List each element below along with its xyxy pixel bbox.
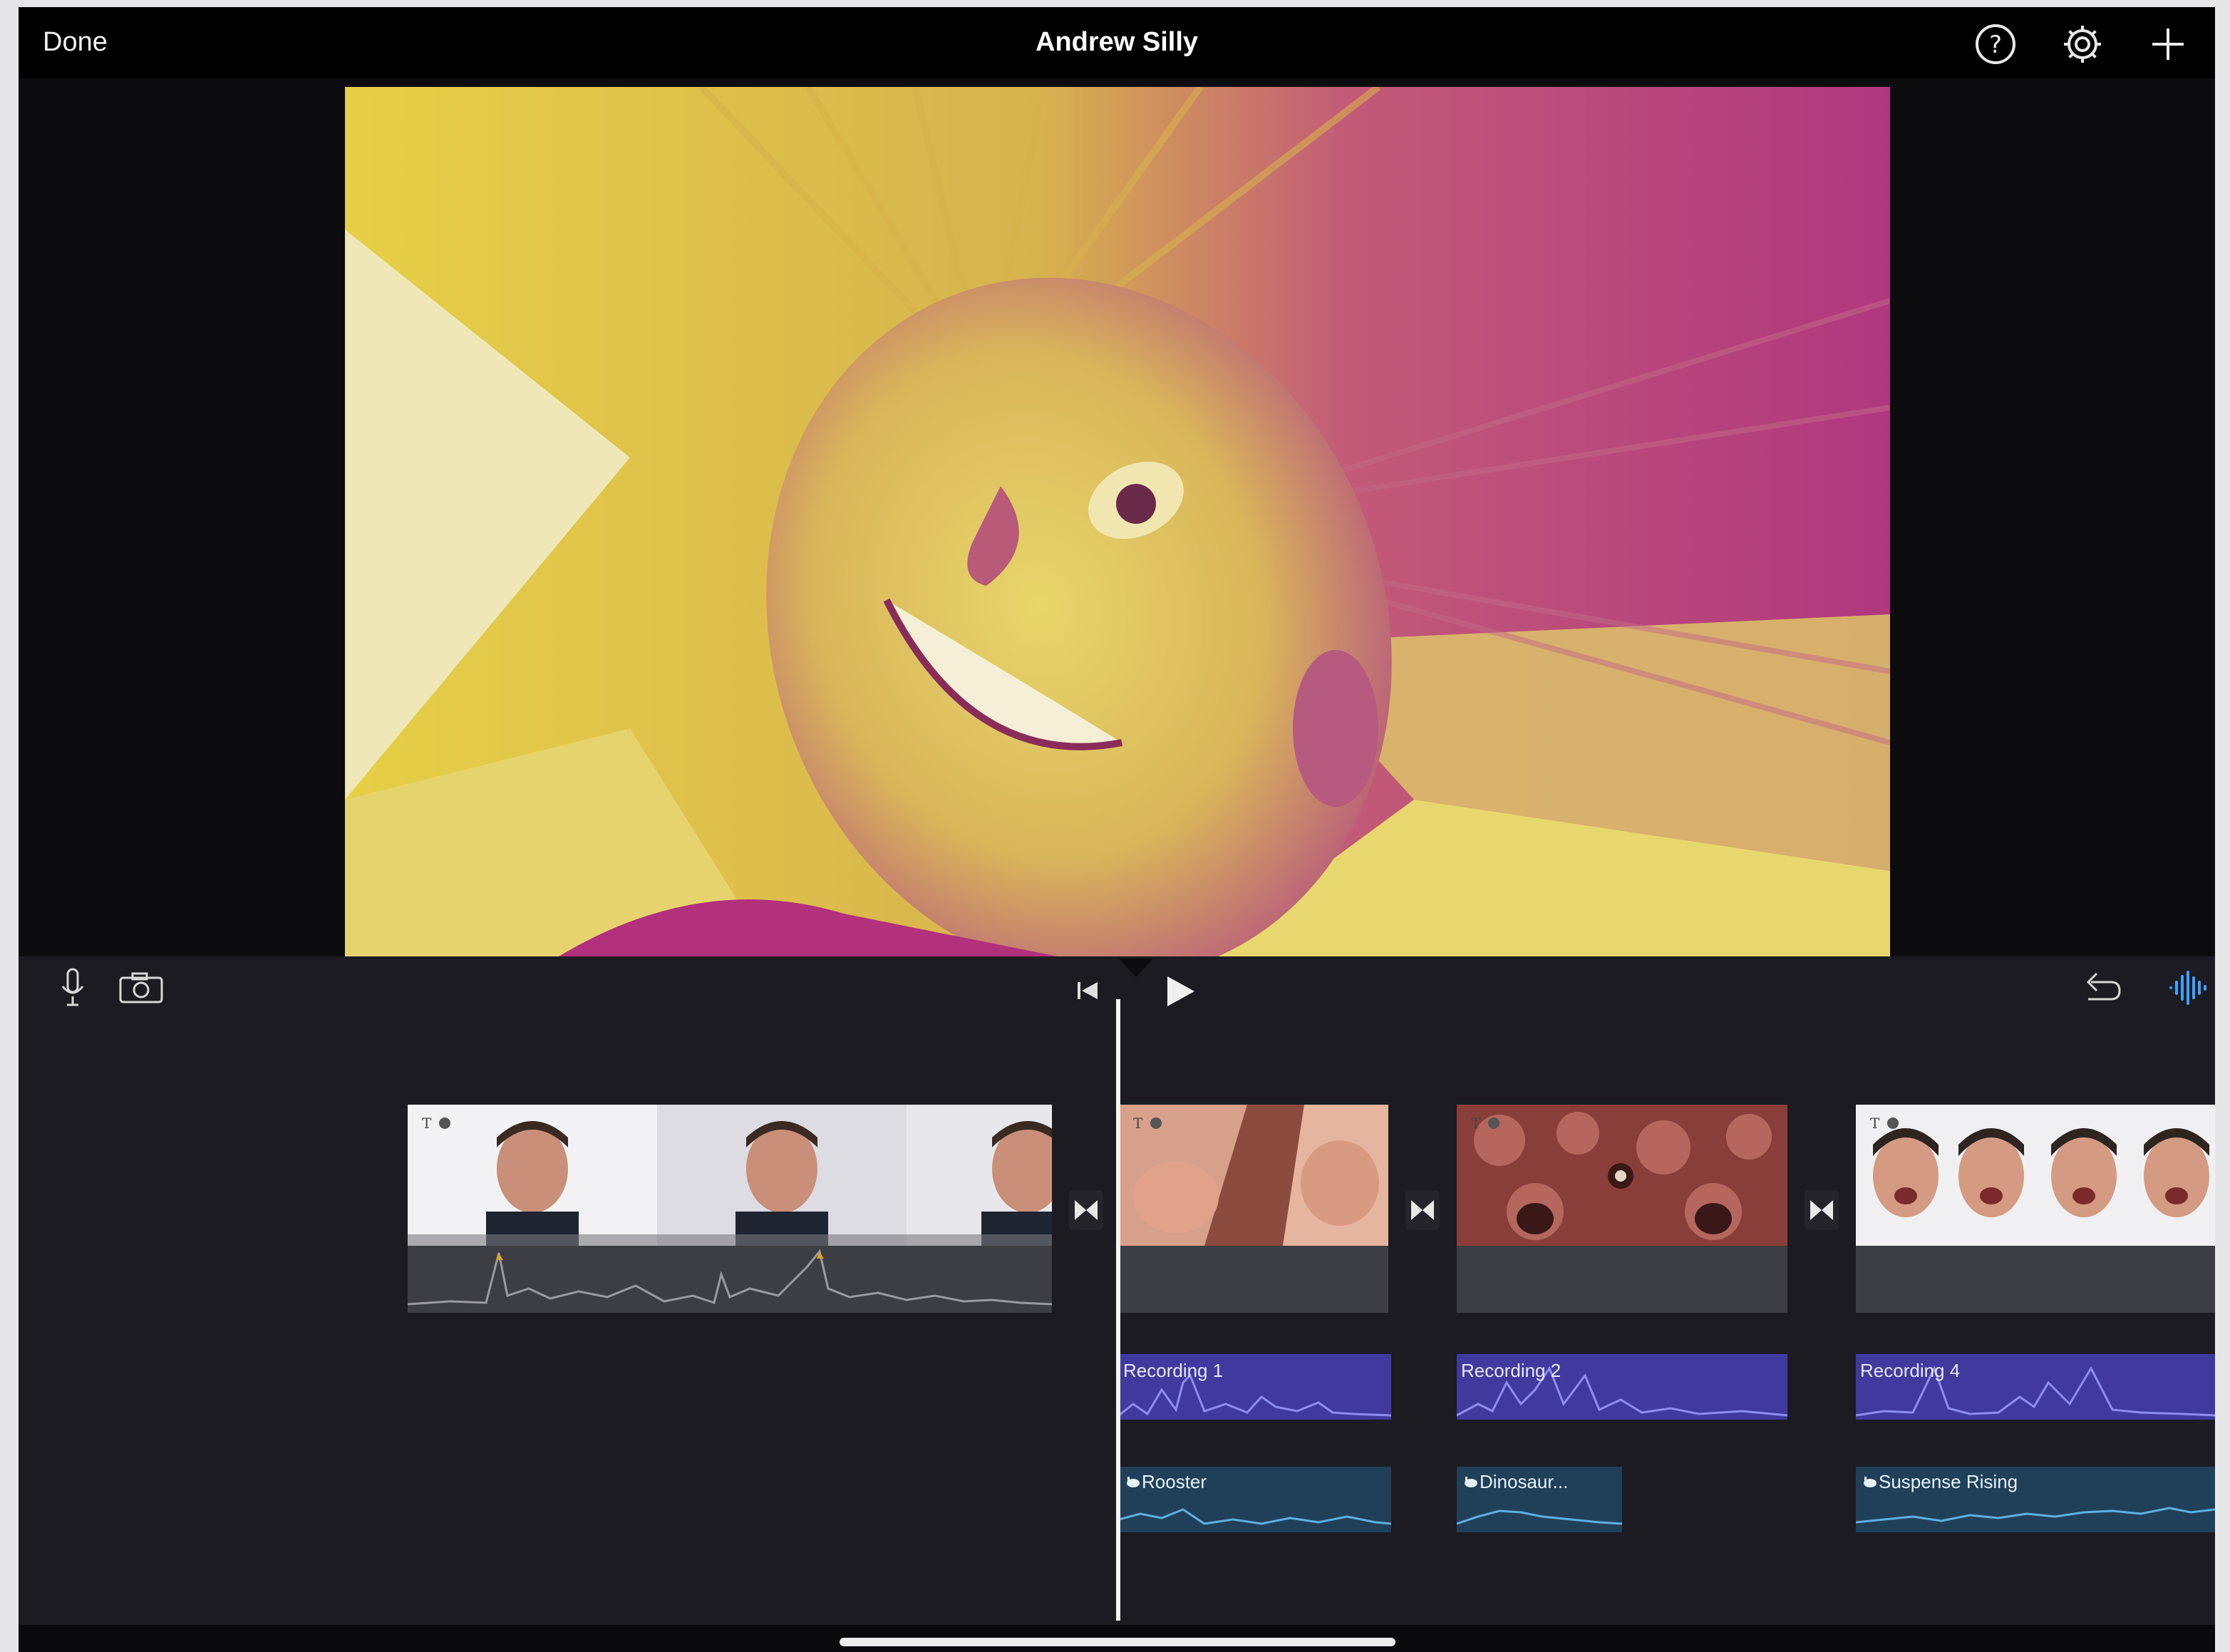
recording-label: Recording 2 bbox=[1461, 1360, 1561, 1381]
waveform-icon[interactable] bbox=[2168, 969, 2208, 1006]
project-title: Andrew Silly bbox=[1035, 27, 1199, 57]
recording-label: Recording 1 bbox=[1123, 1360, 1224, 1381]
transition-3-icon[interactable] bbox=[1805, 1190, 1839, 1230]
title-badge-icon: T bbox=[420, 1115, 453, 1132]
sound-effect-clip-3[interactable]: Suspense Rising bbox=[1856, 1467, 2215, 1532]
video-clip-3[interactable]: T bbox=[1457, 1105, 1787, 1313]
camera-icon[interactable] bbox=[118, 971, 164, 1005]
plus-icon[interactable] bbox=[2147, 23, 2189, 66]
sound-effect-label: Rooster bbox=[1142, 1471, 1207, 1492]
transition-1-icon[interactable] bbox=[1069, 1190, 1103, 1230]
voiceover-clip-1[interactable]: Recording 1 bbox=[1119, 1354, 1391, 1420]
title-badge-icon: T bbox=[1869, 1115, 1901, 1132]
playhead-marker bbox=[1119, 959, 1153, 977]
clip-audio-empty bbox=[1119, 1246, 1388, 1313]
clip-audio-empty bbox=[1457, 1246, 1787, 1313]
sound-effect-label: Dinosaur... bbox=[1480, 1471, 1569, 1492]
sound-effect-clip-2[interactable]: Dinosaur... bbox=[1457, 1467, 1622, 1532]
video-clip-1[interactable]: T bbox=[408, 1105, 1052, 1313]
clip-audio-empty bbox=[1856, 1246, 2215, 1313]
clip-thumbnails bbox=[1457, 1105, 1787, 1246]
video-clip-4[interactable]: T bbox=[1856, 1105, 2215, 1313]
video-viewer bbox=[19, 78, 2215, 956]
clip-thumbnails bbox=[408, 1105, 1052, 1246]
svg-text:T: T bbox=[422, 1115, 432, 1132]
play-icon[interactable] bbox=[1162, 974, 1197, 1009]
voiceover-clip-4[interactable]: Recording 4 bbox=[1856, 1354, 2215, 1420]
skip-to-start-icon[interactable] bbox=[1075, 978, 1100, 1003]
svg-text:T: T bbox=[1870, 1115, 1880, 1132]
clip-audio-waveform bbox=[408, 1246, 1052, 1313]
recording-label: Recording 4 bbox=[1860, 1360, 1961, 1381]
top-bar: Done Andrew Silly ? bbox=[19, 7, 2215, 78]
rabbit-icon bbox=[1862, 1475, 1877, 1492]
title-badge-icon: T bbox=[1132, 1115, 1165, 1132]
transition-2-icon[interactable] bbox=[1405, 1190, 1440, 1230]
clip-thumbnails bbox=[1856, 1105, 2215, 1246]
title-badge-icon: T bbox=[1470, 1115, 1502, 1132]
playhead-line[interactable] bbox=[1116, 999, 1120, 1621]
svg-text:T: T bbox=[1133, 1115, 1143, 1132]
home-indicator[interactable] bbox=[840, 1638, 1395, 1646]
video-preview[interactable] bbox=[345, 87, 1890, 956]
svg-text:T: T bbox=[1471, 1115, 1481, 1132]
gear-icon[interactable] bbox=[2061, 23, 2104, 66]
imovie-window: Done Andrew Silly ? T T T T Recording 1 … bbox=[19, 7, 2215, 1652]
sound-effect-clip-1[interactable]: Rooster bbox=[1119, 1467, 1391, 1532]
video-clip-2[interactable]: T bbox=[1119, 1105, 1388, 1313]
svg-text:?: ? bbox=[1989, 31, 2002, 59]
microphone-icon[interactable] bbox=[58, 966, 87, 1009]
help-circle-icon[interactable]: ? bbox=[1974, 23, 2017, 66]
rabbit-icon bbox=[1125, 1475, 1140, 1492]
undo-icon[interactable] bbox=[2082, 969, 2122, 1006]
rabbit-icon bbox=[1462, 1475, 1478, 1492]
voiceover-clip-2[interactable]: Recording 2 bbox=[1457, 1354, 1787, 1420]
sound-effect-label: Suspense Rising bbox=[1879, 1471, 2018, 1492]
